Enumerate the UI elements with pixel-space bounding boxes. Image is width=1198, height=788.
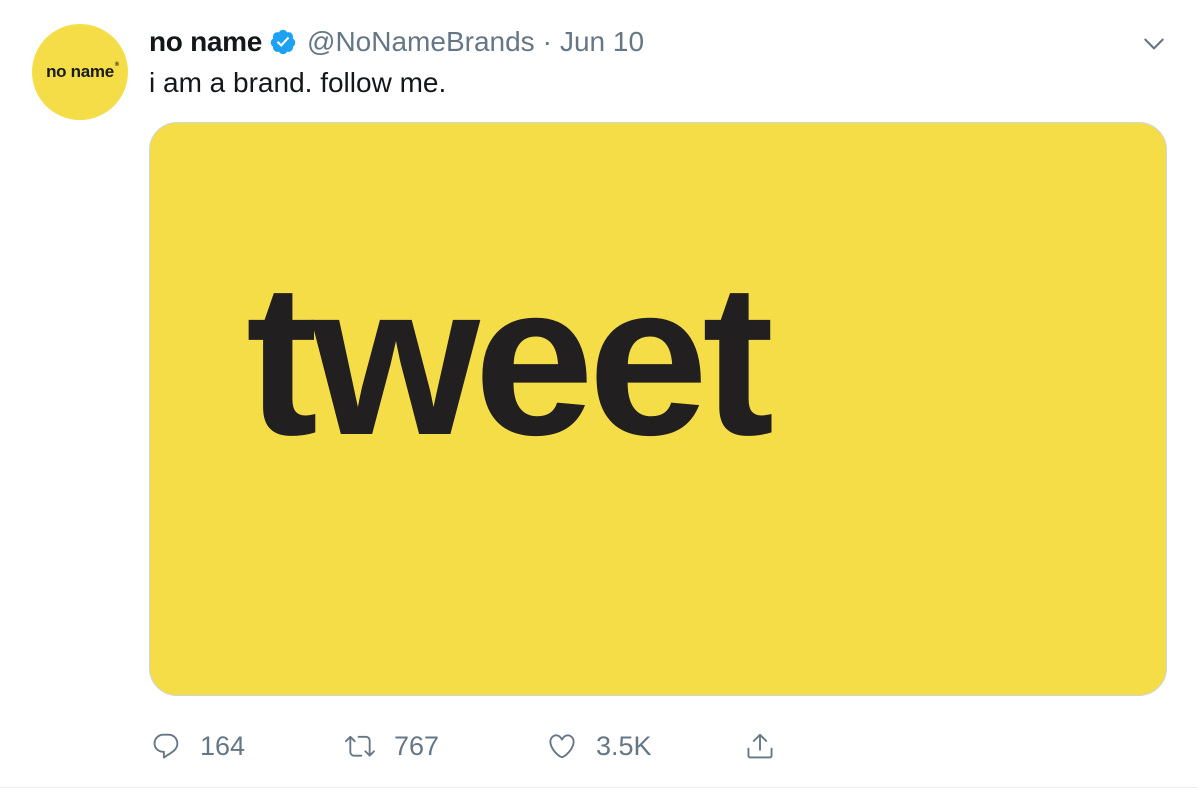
verified-badge-icon (269, 28, 297, 56)
share-button[interactable] (744, 724, 776, 768)
like-button[interactable]: 3.5K (546, 724, 652, 768)
avatar-logo-text: no name ® (46, 62, 119, 82)
retweet-count: 767 (394, 730, 440, 761)
tweet-date[interactable]: Jun 10 (560, 26, 644, 58)
header-separator: · (542, 26, 552, 57)
avatar-logo-label: no name (46, 62, 114, 81)
tweet-card[interactable]: no name ® no name @NoNameBrands · Jun 10 … (0, 0, 1198, 788)
reply-button[interactable]: 164 (150, 724, 245, 768)
heart-icon (546, 730, 578, 762)
like-count: 3.5K (596, 730, 652, 761)
retweet-button[interactable]: 767 (344, 724, 439, 768)
chevron-down-icon[interactable] (1140, 30, 1168, 58)
user-handle[interactable]: @NoNameBrands (307, 26, 535, 58)
avatar[interactable]: no name ® (32, 24, 128, 120)
avatar-registered-mark: ® (114, 62, 119, 68)
media-word: tweet (246, 238, 774, 480)
tweet-text: i am a brand. follow me. (149, 67, 447, 98)
display-name[interactable]: no name (149, 26, 262, 58)
tweet-actions: 164 767 3.5K (150, 724, 790, 768)
share-icon (744, 730, 776, 762)
reply-count: 164 (200, 730, 246, 761)
reply-icon (150, 730, 182, 762)
retweet-icon (344, 730, 376, 762)
tweet-media-image[interactable]: tweet (149, 122, 1167, 696)
tweet-header: no name @NoNameBrands · Jun 10 (149, 24, 644, 60)
